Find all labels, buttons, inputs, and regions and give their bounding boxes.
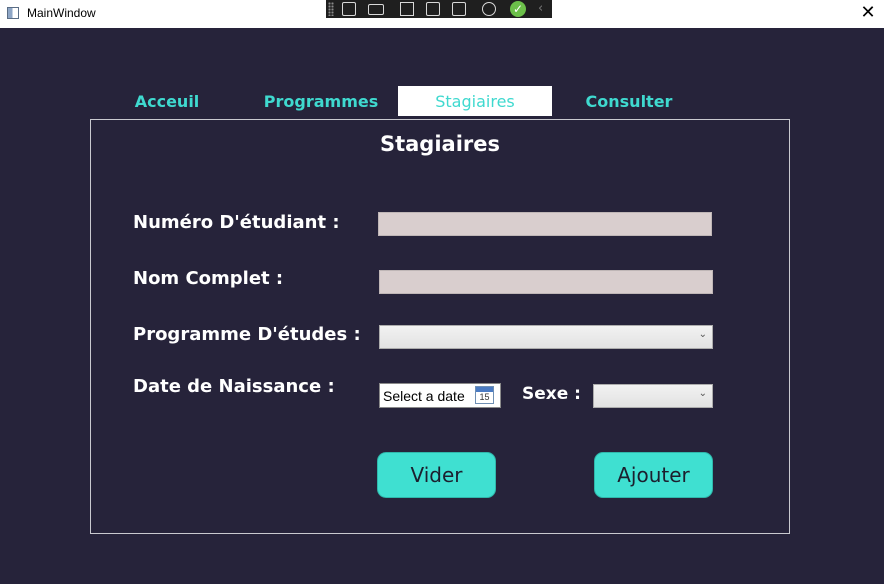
full-name-field[interactable] — [379, 270, 713, 294]
select-element-icon[interactable] — [342, 2, 356, 16]
app-window-icon — [7, 7, 19, 19]
student-number-label: Numéro D'étudiant : — [133, 212, 340, 233]
toolbar-grip-icon[interactable] — [328, 2, 334, 16]
clear-button[interactable]: Vider — [377, 452, 496, 498]
student-number-field[interactable] — [378, 212, 712, 236]
full-name-label: Nom Complet : — [133, 268, 284, 289]
program-select[interactable]: ⌄ — [379, 325, 713, 349]
window-titlebar: MainWindow ✕ ✓ ‹ — [0, 0, 884, 28]
calendar-day: 15 — [479, 392, 490, 402]
debug-toolbar: ✓ ‹ — [326, 0, 552, 18]
calendar-icon[interactable]: 15 — [475, 386, 494, 404]
pointer-icon[interactable] — [400, 2, 414, 16]
window-title: MainWindow — [27, 6, 96, 20]
tab-acceuil[interactable]: Acceuil — [120, 86, 214, 116]
sex-label: Sexe : — [522, 384, 581, 404]
tab-programmes[interactable]: Programmes — [256, 86, 386, 116]
chevron-down-icon: ⌄ — [698, 329, 707, 340]
program-label: Programme D'études : — [133, 324, 361, 345]
page-title: Stagiaires — [379, 132, 501, 156]
birth-date-label: Date de Naissance : — [133, 376, 335, 397]
close-button[interactable]: ✕ — [852, 0, 884, 28]
birth-date-placeholder[interactable]: Select a date — [383, 388, 465, 404]
chevron-down-icon: ⌄ — [698, 388, 707, 399]
birth-date-picker[interactable]: Select a date 15 — [379, 383, 501, 408]
tab-stagiaires[interactable]: Stagiaires — [398, 86, 552, 116]
camera-icon[interactable] — [368, 4, 384, 15]
check-icon[interactable]: ✓ — [510, 1, 526, 17]
add-button[interactable]: Ajouter — [594, 452, 713, 498]
chevron-left-icon[interactable]: ‹ — [538, 0, 543, 18]
tab-consulter[interactable]: Consulter — [570, 86, 688, 116]
track-focus-icon[interactable] — [452, 2, 466, 16]
layout-adorner-icon[interactable] — [426, 2, 440, 16]
sex-select[interactable]: ⌄ — [593, 384, 713, 408]
hot-reload-icon[interactable] — [482, 2, 496, 16]
